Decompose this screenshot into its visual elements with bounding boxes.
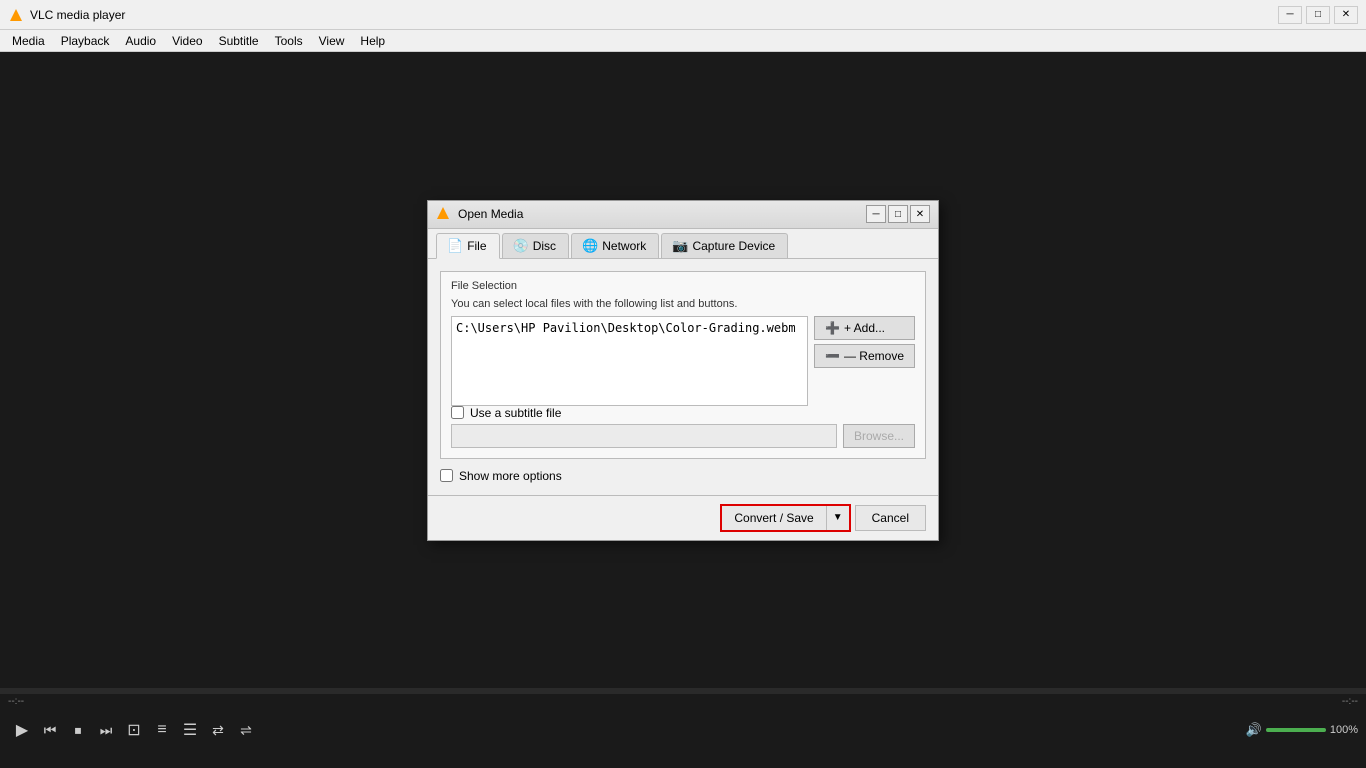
dialog-vlc-icon [436, 206, 452, 222]
dialog-maximize-button[interactable]: □ [888, 205, 908, 223]
skip-back-button[interactable]: ⏮ [38, 718, 62, 742]
minimize-button[interactable]: ─ [1278, 6, 1302, 24]
bottom-bar: --:-- --:-- ▶ ⏮ ⏹ ⏭ ⊡ ≡ ☰ ⇄ ⇌ 🔊 100% [0, 688, 1366, 768]
remove-icon: ➖ [825, 349, 840, 363]
playlist-button[interactable]: ☰ [178, 718, 202, 742]
add-button[interactable]: ➕ + Add... [814, 316, 915, 340]
tab-capture[interactable]: 📷 Capture Device [661, 233, 788, 258]
window-controls: ─ □ ✕ [1278, 6, 1358, 24]
dialog-minimize-button[interactable]: ─ [866, 205, 886, 223]
subtitle-path-row: Browse... [451, 424, 915, 448]
menu-audio[interactable]: Audio [117, 32, 164, 50]
dialog-title: Open Media [458, 207, 864, 221]
show-more-checkbox[interactable] [440, 469, 453, 482]
network-tab-icon: 🌐 [582, 238, 598, 254]
tab-file[interactable]: 📄 File [436, 233, 500, 259]
vlc-icon [8, 7, 24, 23]
subtitle-row: Use a subtitle file [451, 406, 915, 420]
show-more-label: Show more options [459, 469, 562, 483]
app-title: VLC media player [30, 8, 1278, 22]
convert-save-dropdown[interactable]: ▼ [827, 506, 849, 530]
main-content: Open Media ─ □ ✕ 📄 File 💿 Disc 🌐 Network [0, 52, 1366, 688]
tab-network-label: Network [602, 239, 646, 253]
dialog-footer: Convert / Save ▼ Cancel [428, 495, 938, 540]
play-button[interactable]: ▶ [10, 718, 34, 742]
menu-view[interactable]: View [311, 32, 353, 50]
dialog-titlebar: Open Media ─ □ ✕ [428, 201, 938, 229]
remove-button-label: — Remove [844, 349, 904, 363]
close-button[interactable]: ✕ [1334, 6, 1358, 24]
menu-subtitle[interactable]: Subtitle [211, 32, 267, 50]
tab-disc-label: Disc [533, 239, 556, 253]
loop-button[interactable]: ⇄ [206, 718, 230, 742]
volume-fill [1266, 728, 1326, 732]
frame-button[interactable]: ⊡ [122, 718, 146, 742]
tab-network[interactable]: 🌐 Network [571, 233, 659, 258]
add-icon: ➕ [825, 321, 840, 335]
menu-tools[interactable]: Tools [267, 32, 311, 50]
menubar: Media Playback Audio Video Subtitle Tool… [0, 30, 1366, 52]
remove-button[interactable]: ➖ — Remove [814, 344, 915, 368]
volume-section: 🔊 100% [1246, 722, 1358, 738]
show-more-row: Show more options [440, 469, 926, 483]
menu-media[interactable]: Media [4, 32, 53, 50]
volume-bar[interactable] [1266, 728, 1326, 732]
browse-button[interactable]: Browse... [843, 424, 915, 448]
dialog-close-button[interactable]: ✕ [910, 205, 930, 223]
skip-fwd-button[interactable]: ⏭ [94, 718, 118, 742]
time-left: --:-- [8, 696, 24, 707]
subtitle-path-input[interactable] [451, 424, 837, 448]
convert-save-button[interactable]: Convert / Save [722, 506, 826, 530]
disc-tab-icon: 💿 [513, 238, 529, 254]
file-selection-group: File Selection You can select local file… [440, 271, 926, 459]
volume-label: 100% [1330, 724, 1358, 736]
dialog-tabs: 📄 File 💿 Disc 🌐 Network 📷 Capture Device [428, 229, 938, 259]
time-right: --:-- [1342, 696, 1358, 707]
menu-help[interactable]: Help [352, 32, 393, 50]
subtitle-checkbox[interactable] [451, 406, 464, 419]
file-selection-label: File Selection [451, 280, 915, 292]
file-list-area[interactable] [451, 316, 808, 406]
menu-playback[interactable]: Playback [53, 32, 118, 50]
file-tab-icon: 📄 [447, 238, 463, 254]
file-row: ➕ + Add... ➖ — Remove [451, 316, 915, 406]
shuffle-button[interactable]: ⇌ [234, 718, 258, 742]
tab-file-label: File [467, 239, 486, 253]
file-buttons: ➕ + Add... ➖ — Remove [814, 316, 915, 368]
convert-save-group: Convert / Save ▼ [720, 504, 850, 532]
dialog-content: File Selection You can select local file… [428, 259, 938, 495]
stop-button[interactable]: ⏹ [66, 718, 90, 742]
volume-icon: 🔊 [1246, 722, 1262, 738]
cancel-button[interactable]: Cancel [855, 505, 926, 531]
subtitle-label: Use a subtitle file [470, 406, 561, 420]
open-media-dialog: Open Media ─ □ ✕ 📄 File 💿 Disc 🌐 Network [427, 200, 939, 541]
controls-row: ▶ ⏮ ⏹ ⏭ ⊡ ≡ ☰ ⇄ ⇌ 🔊 100% [0, 709, 1366, 751]
titlebar: VLC media player ─ □ ✕ [0, 0, 1366, 30]
dialog-overlay: Open Media ─ □ ✕ 📄 File 💿 Disc 🌐 Network [0, 52, 1366, 688]
capture-tab-icon: 📷 [672, 238, 688, 254]
maximize-button[interactable]: □ [1306, 6, 1330, 24]
tab-capture-label: Capture Device [692, 239, 775, 253]
menu-video[interactable]: Video [164, 32, 210, 50]
file-selection-desc: You can select local files with the foll… [451, 298, 915, 310]
eq-button[interactable]: ≡ [150, 718, 174, 742]
tab-disc[interactable]: 💿 Disc [502, 233, 570, 258]
add-button-label: + Add... [844, 321, 885, 335]
